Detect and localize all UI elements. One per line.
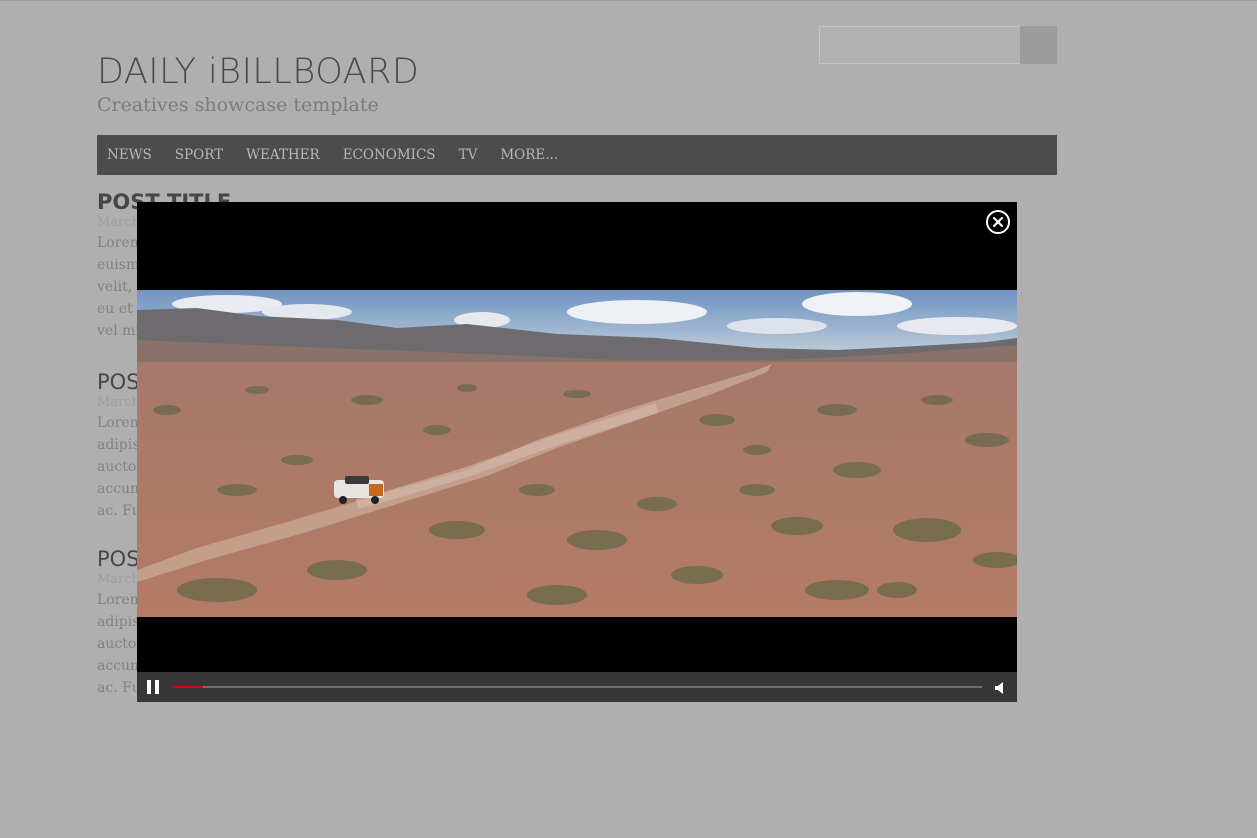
site-title: DAILY iBILLBOARD xyxy=(97,52,420,92)
desert-rally-video-frame xyxy=(137,290,1017,617)
video-controls xyxy=(137,672,1017,702)
pause-button[interactable] xyxy=(146,680,160,694)
nav-item-sport[interactable]: SPORT xyxy=(175,147,223,163)
search-button[interactable] xyxy=(1020,26,1057,64)
nav-item-news[interactable]: NEWS xyxy=(107,147,152,163)
progress-bar[interactable] xyxy=(172,686,982,688)
main-nav: NEWS SPORT WEATHER ECONOMICS TV MORE... xyxy=(97,135,1057,175)
search-input[interactable] xyxy=(819,26,1021,64)
volume-button[interactable] xyxy=(994,680,1008,694)
nav-item-tv[interactable]: TV xyxy=(459,147,478,163)
top-border xyxy=(0,0,1257,1)
site-tagline: Creatives showcase template xyxy=(97,94,379,116)
close-button[interactable] xyxy=(986,210,1010,234)
nav-item-economics[interactable]: ECONOMICS xyxy=(343,147,436,163)
volume-icon xyxy=(995,682,1003,694)
close-circle-icon xyxy=(992,216,1004,228)
progress-fill xyxy=(172,686,203,688)
nav-item-weather[interactable]: WEATHER xyxy=(246,147,320,163)
nav-item-more[interactable]: MORE... xyxy=(500,147,558,163)
video-player[interactable] xyxy=(137,202,1017,702)
video-frame[interactable] xyxy=(137,290,1017,617)
